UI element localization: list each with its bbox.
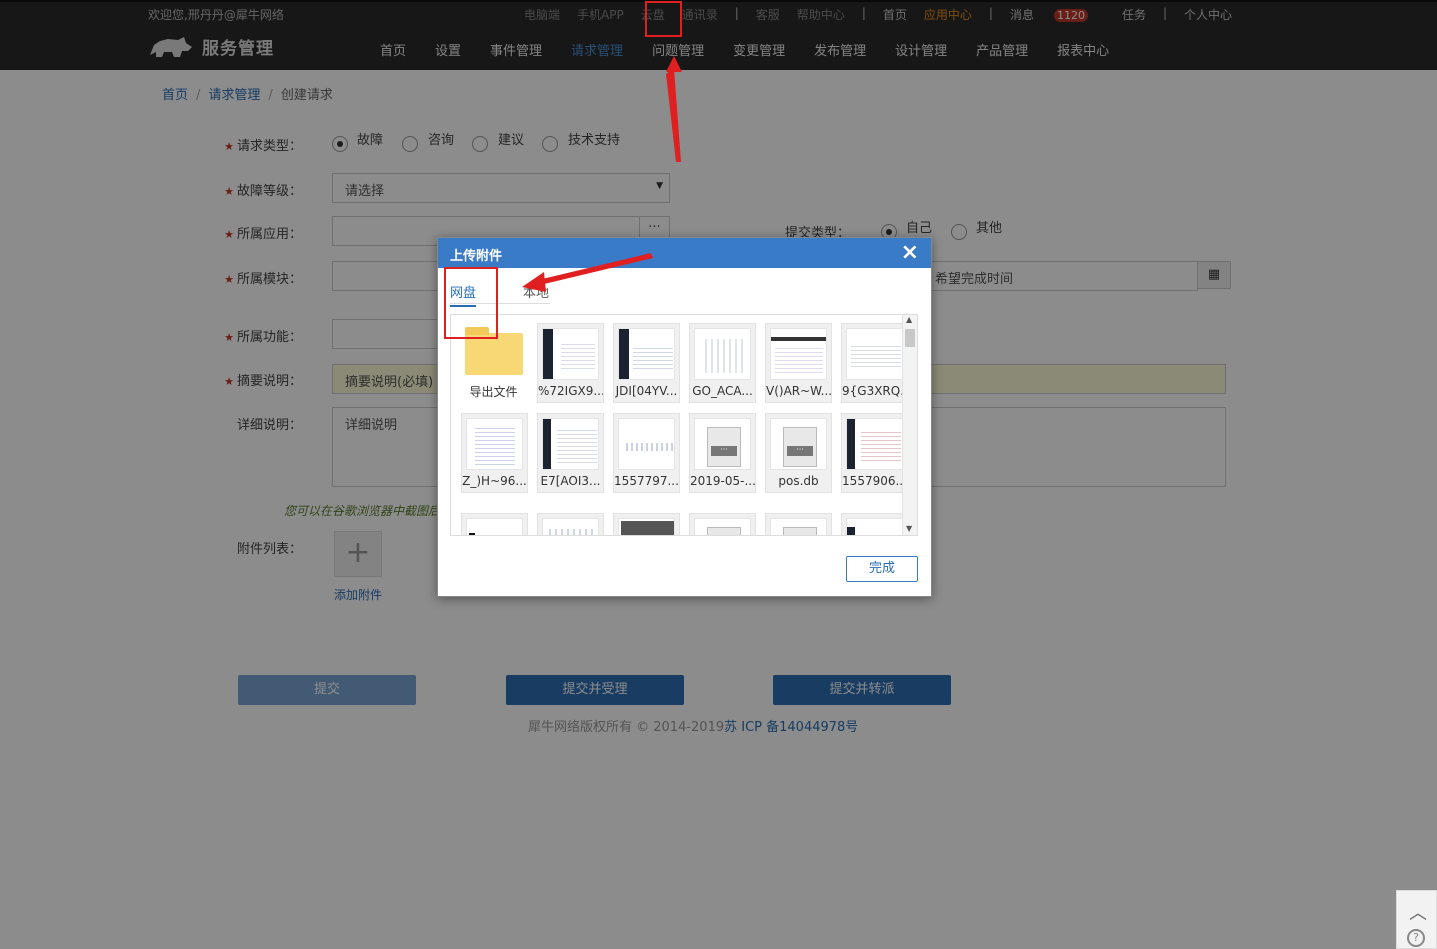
annotation-arrows	[522, 56, 682, 292]
